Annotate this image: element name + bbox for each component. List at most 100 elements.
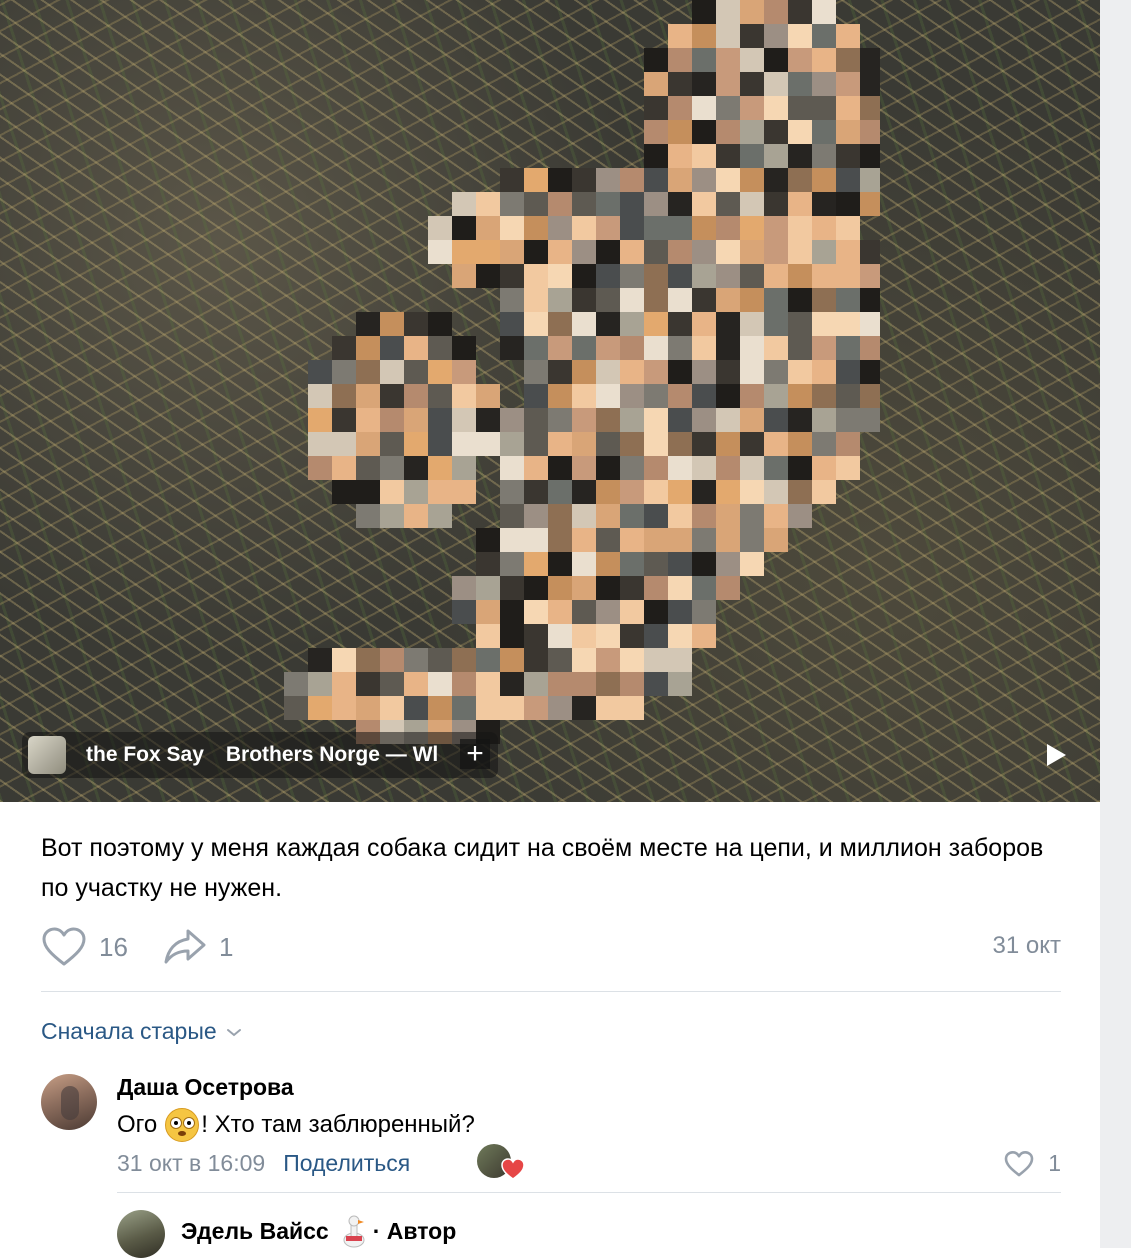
mosaic-tile [620, 624, 644, 648]
mosaic-tile [692, 48, 716, 72]
post-date[interactable]: 31 окт [993, 932, 1061, 960]
mosaic-tile [812, 72, 836, 96]
mosaic-tile [596, 240, 620, 264]
mosaic-tile [572, 264, 596, 288]
mosaic-tile [668, 312, 692, 336]
mosaic-tile [668, 360, 692, 384]
mosaic-tile [668, 288, 692, 312]
heart-icon [42, 927, 86, 966]
post-text: Вот поэтому у меня каждая собака сидит н… [41, 834, 1044, 902]
mosaic-tile [572, 288, 596, 312]
mosaic-tile [740, 120, 764, 144]
mosaic-tile [788, 480, 812, 504]
mosaic-tile [500, 432, 524, 456]
mosaic-tile [668, 240, 692, 264]
mosaic-tile [668, 216, 692, 240]
mosaic-tile [500, 600, 524, 624]
mosaic-tile [572, 216, 596, 240]
mosaic-tile [764, 360, 788, 384]
mosaic-tile [380, 480, 404, 504]
plus-icon[interactable]: + [460, 739, 490, 769]
mosaic-tile [452, 240, 476, 264]
mosaic-tile [572, 696, 596, 720]
mosaic-tile [524, 192, 548, 216]
liker-avatar[interactable] [477, 1144, 525, 1180]
mosaic-tile [788, 336, 812, 360]
comment-text: Ого ! Хто там заблюренный? [117, 1108, 475, 1142]
mosaic-tile [332, 432, 356, 456]
comment-share-link[interactable]: Поделиться [283, 1150, 410, 1177]
share-button[interactable]: 1 [163, 922, 233, 972]
avatar[interactable] [117, 1210, 165, 1258]
mosaic-tile [524, 456, 548, 480]
mosaic-tile [356, 696, 380, 720]
mosaic-tile [356, 336, 380, 360]
mosaic-tile [500, 696, 524, 720]
mosaic-tile [356, 456, 380, 480]
audio-track-title[interactable]: the Fox Say Brothers Norge — Wl [86, 743, 438, 767]
mosaic-tile [836, 384, 860, 408]
mosaic-tile [788, 312, 812, 336]
mosaic-tile [548, 696, 572, 720]
audio-attachment[interactable]: the Fox Say Brothers Norge — Wl + [22, 732, 498, 778]
mosaic-tile [524, 216, 548, 240]
mosaic-tile [476, 576, 500, 600]
mosaic-tile [644, 624, 668, 648]
mosaic-tile [308, 432, 332, 456]
reply-author[interactable]: Эдель Вайсс [181, 1218, 329, 1245]
divider [41, 991, 1061, 992]
mosaic-tile [692, 264, 716, 288]
mosaic-tile [548, 672, 572, 696]
like-button[interactable]: 16 [41, 922, 128, 972]
mosaic-tile [716, 72, 740, 96]
mosaic-tile [812, 192, 836, 216]
comment-author[interactable]: Даша Осетрова [117, 1074, 294, 1101]
play-icon[interactable] [1040, 740, 1070, 770]
post-photo[interactable]: the Fox Say Brothers Norge — Wl + [0, 0, 1100, 802]
mosaic-tile [740, 0, 764, 24]
mosaic-tile [644, 576, 668, 600]
mosaic-tile [476, 240, 500, 264]
mosaic-tile [692, 312, 716, 336]
mosaic-tile [620, 192, 644, 216]
mosaic-tile [788, 24, 812, 48]
mosaic-tile [740, 48, 764, 72]
mosaic-tile [476, 432, 500, 456]
comments-sort-dropdown[interactable]: Сначала старые [41, 1018, 243, 1045]
mosaic-tile [644, 504, 668, 528]
mosaic-tile [812, 432, 836, 456]
mosaic-tile [452, 600, 476, 624]
mosaic-tile [716, 120, 740, 144]
mosaic-tile [788, 240, 812, 264]
avatar[interactable] [41, 1074, 97, 1130]
mosaic-tile [596, 600, 620, 624]
mosaic-tile [764, 240, 788, 264]
mosaic-tile [740, 432, 764, 456]
mosaic-tile [548, 384, 572, 408]
mosaic-tile [500, 456, 524, 480]
mosaic-tile [740, 288, 764, 312]
mosaic-tile [716, 384, 740, 408]
mosaic-tile [692, 624, 716, 648]
mosaic-tile [452, 216, 476, 240]
mosaic-tile [572, 624, 596, 648]
mosaic-tile [380, 312, 404, 336]
mosaic-tile [428, 480, 452, 504]
comment-time[interactable]: 31 окт в 16:09 [117, 1150, 265, 1177]
comment-like-button[interactable]: 1 [1004, 1150, 1061, 1177]
mosaic-tile [620, 288, 644, 312]
mosaic-tile [836, 240, 860, 264]
mosaic-tile [668, 672, 692, 696]
mosaic-tile [668, 624, 692, 648]
mosaic-tile [860, 120, 880, 144]
mosaic-tile [428, 336, 452, 360]
mosaic-tile [476, 552, 500, 576]
mosaic-tile [596, 624, 620, 648]
mosaic-tile [692, 168, 716, 192]
mosaic-tile [740, 192, 764, 216]
mosaic-tile [356, 312, 380, 336]
mosaic-tile [788, 48, 812, 72]
mosaic-tile [740, 72, 764, 96]
mosaic-tile [596, 648, 620, 672]
mosaic-tile [500, 288, 524, 312]
